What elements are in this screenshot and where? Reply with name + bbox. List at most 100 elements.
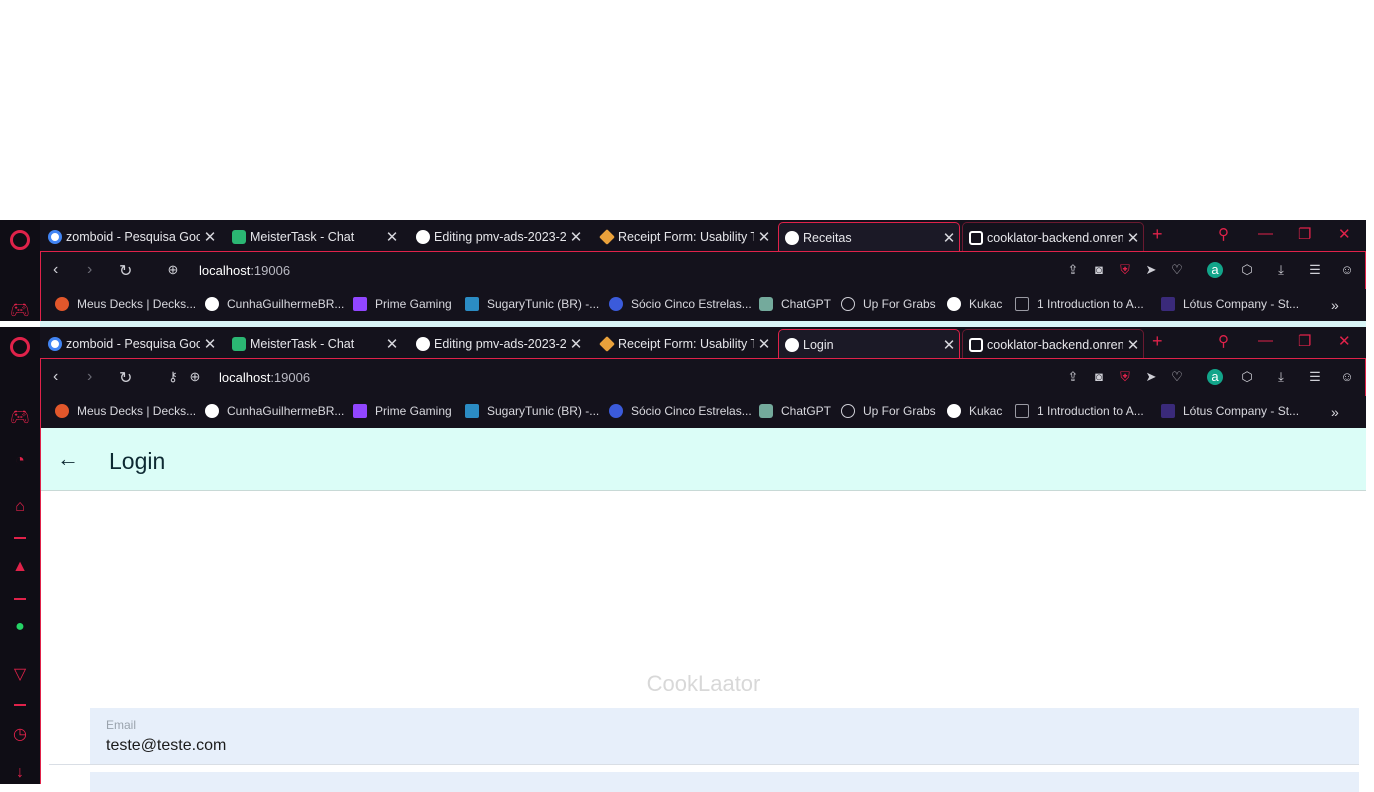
bookmark[interactable]: Kukac xyxy=(947,297,1002,311)
tab[interactable]: cooklator-backend.onren ✕ xyxy=(962,222,1144,252)
close-icon[interactable]: ✕ xyxy=(754,335,774,353)
minimize-icon[interactable]: — xyxy=(1258,332,1273,349)
share-icon[interactable]: ⇪ xyxy=(1065,262,1081,278)
bookmark[interactable]: Prime Gaming xyxy=(353,297,452,311)
reload-icon[interactable]: ↻ xyxy=(119,261,132,281)
gamepad-icon[interactable]: 🎮︎ xyxy=(9,407,31,427)
bookmark[interactable]: Sócio Cinco Estrelas... xyxy=(609,297,752,311)
tab[interactable]: MeisterTask - Chat ✕ xyxy=(226,329,402,358)
vivaldi-style-icon[interactable]: ▽ xyxy=(9,664,31,684)
tab-active[interactable]: Receitas ✕ xyxy=(778,222,960,252)
aria-icon[interactable]: a xyxy=(1207,262,1223,278)
new-tab-button[interactable]: + xyxy=(1152,331,1163,352)
send-icon[interactable]: ➤ xyxy=(1143,369,1159,385)
close-window-icon[interactable]: ✕ xyxy=(1338,225,1351,243)
close-icon[interactable]: ✕ xyxy=(382,335,402,353)
profile-icon[interactable]: ☺ xyxy=(1339,369,1355,385)
heart-icon[interactable]: ♡ xyxy=(1169,369,1185,385)
tab[interactable]: zomboid - Pesquisa Goo ✕ xyxy=(42,329,220,358)
close-window-icon[interactable]: ✕ xyxy=(1338,332,1351,350)
bookmark[interactable]: Lótus Company - St... xyxy=(1161,404,1299,418)
bookmarks-more-button[interactable]: » xyxy=(1331,297,1339,313)
tab-active[interactable]: Login ✕ xyxy=(778,329,960,359)
bookmark[interactable]: Meus Decks | Decks... xyxy=(55,297,196,311)
download-icon[interactable]: ↓ xyxy=(9,764,31,782)
search-tabs-icon[interactable]: ⚲ xyxy=(1218,225,1229,243)
password-field[interactable] xyxy=(90,772,1359,792)
back-icon[interactable]: ‹ xyxy=(53,368,58,386)
profile-icon[interactable]: ☺ xyxy=(1339,262,1355,278)
tab[interactable]: Editing pmv-ads-2023-2 ✕ xyxy=(410,222,586,251)
arrow-left-icon[interactable]: ← xyxy=(57,446,79,472)
tab[interactable]: Editing pmv-ads-2023-2 ✕ xyxy=(410,329,586,358)
camera-icon[interactable]: ◙ xyxy=(1091,262,1107,278)
tab[interactable]: zomboid - Pesquisa Goo ✕ xyxy=(42,222,220,251)
bookmarks-more-button[interactable]: » xyxy=(1331,404,1339,420)
bookmark[interactable]: Prime Gaming xyxy=(353,404,452,418)
globe-icon[interactable]: ⊕ xyxy=(165,262,181,278)
bookmark[interactable]: Sócio Cinco Estrelas... xyxy=(609,404,752,418)
aria-icon[interactable]: a xyxy=(1207,369,1223,385)
bookmark[interactable]: Up For Grabs xyxy=(841,297,936,311)
close-icon[interactable]: ✕ xyxy=(1123,336,1143,354)
whatsapp-icon[interactable]: ● xyxy=(9,618,31,636)
bookmark[interactable]: SugaryTunic (BR) -... xyxy=(465,297,599,311)
close-icon[interactable]: ✕ xyxy=(754,228,774,246)
key-icon[interactable]: ⚷ xyxy=(165,369,181,385)
easy-setup-icon[interactable]: ☰ xyxy=(1307,369,1323,385)
close-icon[interactable]: ✕ xyxy=(566,335,586,353)
speed-dial-icon[interactable]: ◔ xyxy=(9,452,31,470)
forward-icon[interactable]: › xyxy=(87,368,92,386)
opera-logo-icon[interactable] xyxy=(10,337,30,357)
tab[interactable]: Receipt Form: Usability T ✕ xyxy=(594,329,774,358)
camera-icon[interactable]: ◙ xyxy=(1091,369,1107,385)
send-icon[interactable]: ➤ xyxy=(1143,262,1159,278)
adblock-shield-icon[interactable]: ⛨ xyxy=(1117,262,1133,278)
search-tabs-icon[interactable]: ⚲ xyxy=(1218,332,1229,350)
restore-icon[interactable]: ❐ xyxy=(1298,332,1311,350)
bookmark[interactable]: CunhaGuilhermeBR... xyxy=(205,297,344,311)
bookmark[interactable]: ChatGPT xyxy=(759,297,831,311)
bookmark[interactable]: CunhaGuilhermeBR... xyxy=(205,404,344,418)
tab[interactable]: MeisterTask - Chat ✕ xyxy=(226,222,402,251)
download-icon[interactable]: ⤓ xyxy=(1273,369,1289,385)
share-icon[interactable]: ⇪ xyxy=(1065,369,1081,385)
bookmark[interactable]: Lótus Company - St... xyxy=(1161,297,1299,311)
email-field[interactable]: Email teste@teste.com xyxy=(90,708,1359,764)
back-icon[interactable]: ‹ xyxy=(53,261,58,279)
url-field[interactable]: localhost:19006 xyxy=(219,370,310,385)
bookmark[interactable]: Kukac xyxy=(947,404,1002,418)
close-icon[interactable]: ✕ xyxy=(200,335,220,353)
bookmark[interactable]: 1 Introduction to A... xyxy=(1015,297,1144,311)
easy-setup-icon[interactable]: ☰ xyxy=(1307,262,1323,278)
gamepad-icon[interactable]: 🎮︎ xyxy=(9,300,31,320)
bookmark[interactable]: Up For Grabs xyxy=(841,404,936,418)
download-icon[interactable]: ⤓ xyxy=(1273,262,1289,278)
heart-icon[interactable]: ♡ xyxy=(1169,262,1185,278)
new-tab-button[interactable]: + xyxy=(1152,224,1163,245)
close-icon[interactable]: ✕ xyxy=(939,336,959,354)
globe-icon[interactable]: ⊕ xyxy=(187,369,203,385)
bookmark[interactable]: Meus Decks | Decks... xyxy=(55,404,196,418)
bookmark[interactable]: ChatGPT xyxy=(759,404,831,418)
close-icon[interactable]: ✕ xyxy=(566,228,586,246)
cube-icon[interactable]: ⬡ xyxy=(1239,262,1255,278)
bookmark[interactable]: SugaryTunic (BR) -... xyxy=(465,404,599,418)
opera-logo-icon[interactable] xyxy=(10,230,30,250)
restore-icon[interactable]: ❐ xyxy=(1298,225,1311,243)
minimize-icon[interactable]: — xyxy=(1258,225,1273,242)
history-icon[interactable]: ◷ xyxy=(9,724,31,744)
adblock-shield-icon[interactable]: ⛨ xyxy=(1117,369,1133,385)
tab[interactable]: cooklator-backend.onren ✕ xyxy=(962,329,1144,359)
cube-icon[interactable]: ⬡ xyxy=(1239,369,1255,385)
close-icon[interactable]: ✕ xyxy=(382,228,402,246)
reload-icon[interactable]: ↻ xyxy=(119,368,132,388)
forward-icon[interactable]: › xyxy=(87,261,92,279)
aria-sidebar-icon[interactable]: ▲ xyxy=(9,558,31,576)
close-icon[interactable]: ✕ xyxy=(1123,229,1143,247)
close-icon[interactable]: ✕ xyxy=(200,228,220,246)
close-icon[interactable]: ✕ xyxy=(939,229,959,247)
bookmark[interactable]: 1 Introduction to A... xyxy=(1015,404,1144,418)
url-field[interactable]: localhost:19006 xyxy=(199,263,290,278)
tab[interactable]: Receipt Form: Usability T ✕ xyxy=(594,222,774,251)
